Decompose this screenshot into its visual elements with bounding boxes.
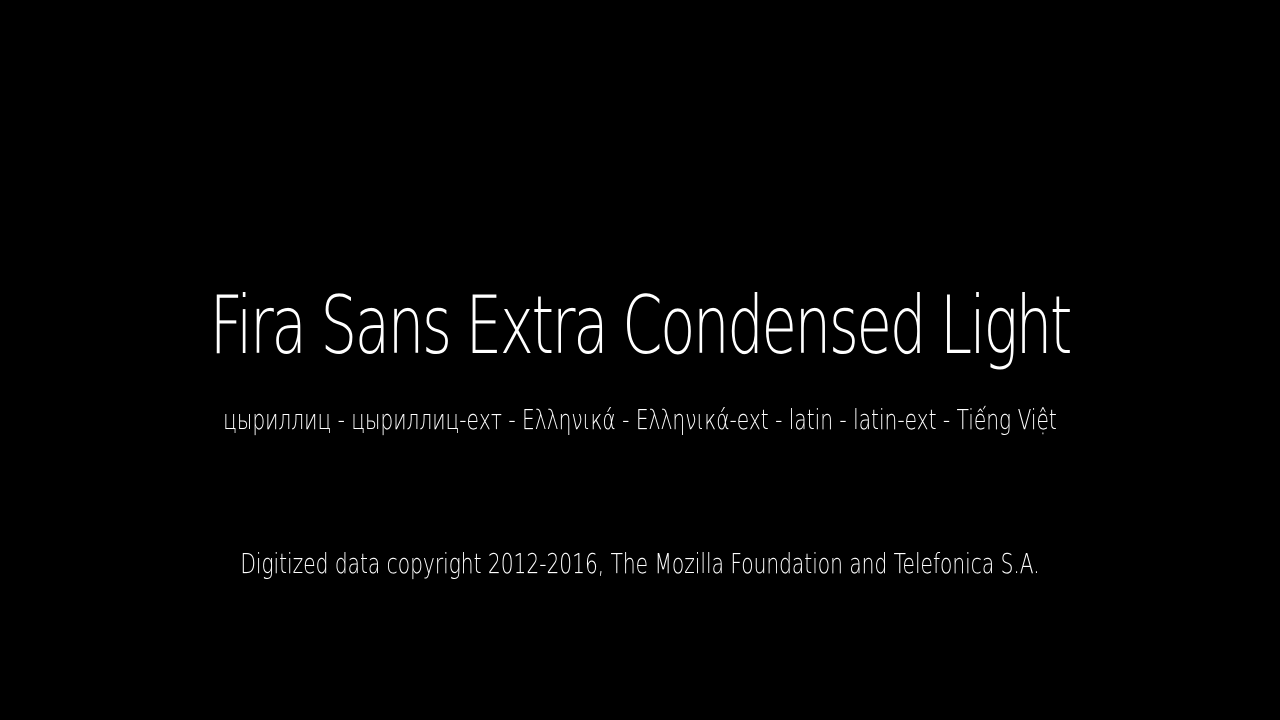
font-preview-slide: Fira Sans Extra Condensed Light цыриллиц…	[0, 0, 1280, 720]
supported-scripts-line: цыриллиц - цыриллиц-ехт - Ελληνικά - Ελλ…	[223, 403, 1057, 436]
font-name-title: Fira Sans Extra Condensed Light	[209, 279, 1073, 372]
copyright-notice: Digitized data copyright 2012-2016, The …	[240, 547, 1040, 580]
